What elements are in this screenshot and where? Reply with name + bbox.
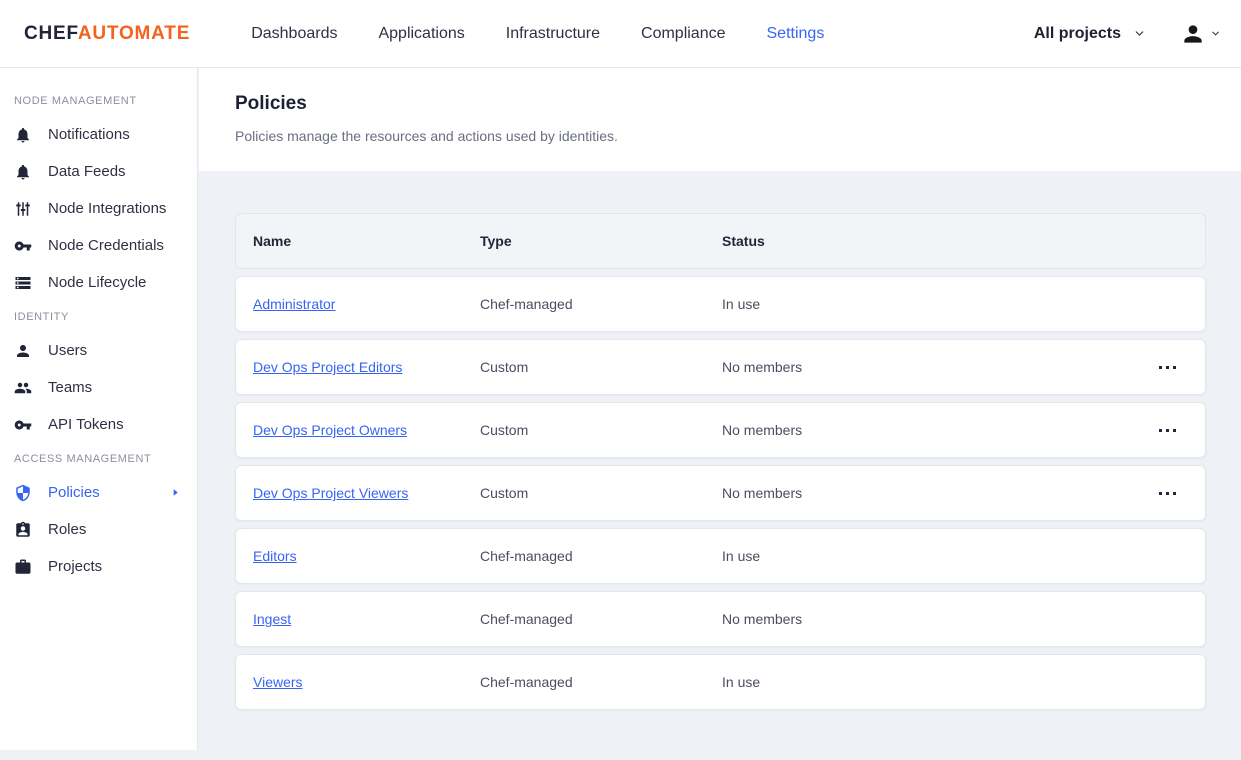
chevron-down-icon <box>1210 28 1221 39</box>
policies-content: Name Type Status Administrator Chef-mana… <box>199 171 1241 760</box>
sidebar-section-node-management: NODE MANAGEMENT <box>0 95 197 107</box>
sidebar-item-policies[interactable]: Policies <box>0 474 197 511</box>
policy-name-link[interactable]: Viewers <box>253 674 303 690</box>
sidebar-item-projects[interactable]: Projects <box>0 548 197 585</box>
policy-status: No members <box>722 359 1153 375</box>
policy-name-link[interactable]: Dev Ops Project Editors <box>253 359 402 375</box>
badge-icon <box>14 521 32 539</box>
policy-status: In use <box>722 296 1153 312</box>
sidebar-section-access-management: ACCESS MANAGEMENT <box>0 453 197 465</box>
projects-filter-label: All projects <box>1034 25 1121 43</box>
policy-status: In use <box>722 548 1153 564</box>
shield-icon <box>14 484 32 502</box>
sidebar-item-label: Node Lifecycle <box>48 274 146 291</box>
sidebar-item-node-integrations[interactable]: Node Integrations <box>0 190 197 227</box>
table-row: Ingest Chef-managed No members <box>235 591 1206 647</box>
policy-name-link[interactable]: Dev Ops Project Viewers <box>253 485 408 501</box>
nav-compliance[interactable]: Compliance <box>641 25 725 43</box>
nav-settings[interactable]: Settings <box>767 25 825 43</box>
policy-status: In use <box>722 674 1153 690</box>
key-icon <box>14 416 32 434</box>
policy-type: Chef-managed <box>480 611 722 627</box>
sidebar-item-teams[interactable]: Teams <box>0 369 197 406</box>
page-subtitle: Policies manage the resources and action… <box>235 128 1241 144</box>
projects-filter-dropdown[interactable]: All projects <box>1034 25 1146 43</box>
user-menu[interactable] <box>1180 21 1221 47</box>
sidebar-item-node-lifecycle[interactable]: Node Lifecycle <box>0 264 197 301</box>
policy-type: Custom <box>480 422 722 438</box>
avatar-icon <box>1180 21 1206 47</box>
sidebar-item-label: Projects <box>48 558 102 575</box>
sidebar-item-node-credentials[interactable]: Node Credentials <box>0 227 197 264</box>
logo-chef-text: CHEF <box>24 23 78 44</box>
table-row: Administrator Chef-managed In use <box>235 276 1206 332</box>
sidebar-item-label: Node Credentials <box>48 237 164 254</box>
sidebar-item-data-feeds[interactable]: Data Feeds <box>0 153 197 190</box>
storage-icon <box>14 274 32 292</box>
policy-type: Custom <box>480 359 722 375</box>
topbar-right: All projects <box>1034 21 1221 47</box>
nav-dashboards[interactable]: Dashboards <box>251 25 337 43</box>
policy-name-link[interactable]: Dev Ops Project Owners <box>253 422 407 438</box>
key-icon <box>14 237 32 255</box>
table-row: Editors Chef-managed In use <box>235 528 1206 584</box>
bell-icon <box>14 163 32 181</box>
row-menu-button[interactable] <box>1153 484 1182 503</box>
row-menu-button[interactable] <box>1153 421 1182 440</box>
table-row: Dev Ops Project Viewers Custom No member… <box>235 465 1206 521</box>
sidebar-item-label: Node Integrations <box>48 200 166 217</box>
group-icon <box>14 379 32 397</box>
table-header-row: Name Type Status <box>235 213 1206 269</box>
page-title: Policies <box>235 93 1241 115</box>
sidebar-item-label: Data Feeds <box>48 163 126 180</box>
policy-type: Chef-managed <box>480 674 722 690</box>
sidebar-item-label: Roles <box>48 521 86 538</box>
top-navigation: Dashboards Applications Infrastructure C… <box>251 25 824 43</box>
chevron-down-icon <box>1133 27 1146 40</box>
settings-sidebar: NODE MANAGEMENT Notifications Data Feeds… <box>0 68 198 750</box>
top-bar: CHEFAUTOMATE Dashboards Applications Inf… <box>0 0 1241 68</box>
sliders-icon <box>14 200 32 218</box>
page-header: Policies Policies manage the resources a… <box>199 68 1241 171</box>
ellipsis-icon <box>1159 429 1162 432</box>
sidebar-item-users[interactable]: Users <box>0 332 197 369</box>
table-row: Dev Ops Project Editors Custom No member… <box>235 339 1206 395</box>
policy-status: No members <box>722 422 1153 438</box>
ellipsis-icon <box>1159 366 1162 369</box>
sidebar-item-label: API Tokens <box>48 416 124 433</box>
arrow-right-icon <box>170 487 181 498</box>
sidebar-item-label: Policies <box>48 484 100 501</box>
policies-table: Administrator Chef-managed In use Dev Op… <box>235 276 1206 710</box>
ellipsis-icon <box>1159 492 1162 495</box>
sidebar-section-identity: IDENTITY <box>0 311 197 323</box>
sidebar-item-roles[interactable]: Roles <box>0 511 197 548</box>
sidebar-item-label: Users <box>48 342 87 359</box>
sidebar-item-api-tokens[interactable]: API Tokens <box>0 406 197 443</box>
bell-icon <box>14 126 32 144</box>
sidebar-item-label: Teams <box>48 379 92 396</box>
policy-name-link[interactable]: Editors <box>253 548 297 564</box>
person-icon <box>14 342 32 360</box>
column-header-name: Name <box>236 233 480 249</box>
main-content: Policies Policies manage the resources a… <box>199 68 1241 750</box>
row-menu-button[interactable] <box>1153 358 1182 377</box>
policy-status: No members <box>722 611 1153 627</box>
policy-type: Custom <box>480 485 722 501</box>
column-header-type: Type <box>480 233 722 249</box>
logo-automate-text: AUTOMATE <box>78 23 190 44</box>
table-row: Viewers Chef-managed In use <box>235 654 1206 710</box>
nav-infrastructure[interactable]: Infrastructure <box>506 25 600 43</box>
column-header-status: Status <box>722 233 1153 249</box>
policy-name-link[interactable]: Administrator <box>253 296 335 312</box>
policy-type: Chef-managed <box>480 548 722 564</box>
chef-automate-logo[interactable]: CHEFAUTOMATE <box>24 23 190 45</box>
nav-applications[interactable]: Applications <box>378 25 464 43</box>
sidebar-item-label: Notifications <box>48 126 130 143</box>
policy-name-link[interactable]: Ingest <box>253 611 291 627</box>
briefcase-icon <box>14 558 32 576</box>
policy-type: Chef-managed <box>480 296 722 312</box>
policy-status: No members <box>722 485 1153 501</box>
sidebar-item-notifications[interactable]: Notifications <box>0 116 197 153</box>
table-row: Dev Ops Project Owners Custom No members <box>235 402 1206 458</box>
